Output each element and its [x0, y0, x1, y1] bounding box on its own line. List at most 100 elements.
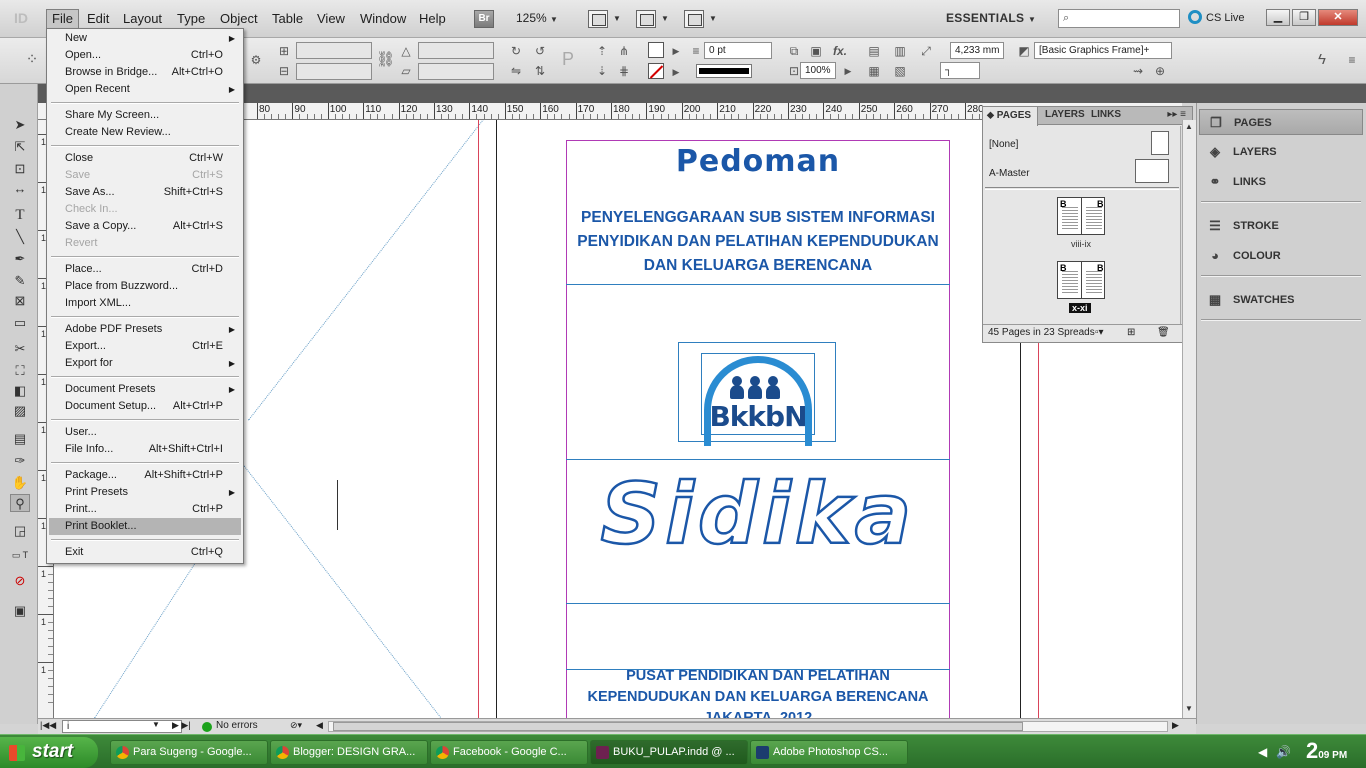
note-tool-icon[interactable]: ▤ [10, 430, 30, 448]
minimize-button[interactable]: ▁ [1266, 9, 1290, 26]
workspace-switcher[interactable]: ESSENTIALS ▼ [946, 11, 1036, 25]
taskbar-clock[interactable]: 209 PM [1306, 737, 1347, 768]
select-container-icon[interactable]: ⇡ [594, 43, 610, 59]
eyedropper-tool-icon[interactable]: ✑ [10, 452, 30, 470]
scale-y-field[interactable] [296, 63, 372, 80]
close-button[interactable]: ✕ [1318, 9, 1358, 26]
tab-layers[interactable]: LAYERS [1045, 109, 1085, 120]
text-wrap-shape-icon[interactable]: ▦ [866, 63, 882, 79]
menu-help[interactable]: Help [419, 11, 446, 26]
volume-icon[interactable]: 🔊 [1276, 745, 1291, 759]
none-master-label[interactable]: [None] [989, 139, 1018, 150]
gradient-feather-tool-icon[interactable]: ▨ [10, 402, 30, 420]
file-menu-item-save[interactable]: Save Ctrl+S [49, 167, 241, 184]
stroke-swatch[interactable] [648, 63, 664, 79]
stroke-weight-field[interactable]: 0 pt [704, 42, 772, 59]
document-subtitle[interactable]: PENYELENGGARAAN SUB SISTEM INFORMASI PEN… [566, 206, 950, 278]
direct-selection-tool-icon[interactable]: ⇱ [10, 138, 30, 156]
select-previous-icon[interactable]: ⇣ [594, 63, 610, 79]
file-menu-item-create-new-review[interactable]: Create New Review... [49, 124, 241, 141]
arrange-documents-icon[interactable] [684, 10, 704, 28]
text-wrap-none-icon[interactable]: ▤ [866, 43, 882, 59]
restore-button[interactable]: ❐ [1292, 9, 1316, 26]
tab-pages[interactable]: ⬥ PAGES [983, 107, 1039, 126]
opacity-dropdown-icon[interactable]: ▶ [840, 63, 856, 79]
constrain-proportions-icon[interactable]: ⚙ [248, 52, 264, 68]
dock-swatches[interactable]: ▦ SWATCHES [1199, 287, 1363, 313]
start-button[interactable]: start [0, 737, 98, 768]
select-content-icon[interactable]: ⋔ [616, 43, 632, 59]
none-master-thumbnail[interactable] [1151, 131, 1169, 155]
file-menu-item-export-for[interactable]: Export for ▶ [49, 355, 241, 372]
fill-dropdown-icon[interactable]: ▶ [668, 43, 684, 59]
effects-icon[interactable]: fx. [832, 43, 848, 59]
rotate-angle-field[interactable] [418, 42, 494, 59]
canvas-horizontal-scrollbar[interactable] [328, 721, 1168, 732]
apply-none-icon[interactable]: ⊘ [10, 572, 30, 590]
dock-stroke[interactable]: ☰ STROKE [1199, 213, 1363, 239]
bridge-button[interactable]: Br [474, 10, 494, 28]
document-footer[interactable]: PUSAT PENDIDIKAN DAN PELATIHAN KEPENDUDU… [566, 666, 950, 718]
tab-links[interactable]: LINKS [1091, 109, 1121, 120]
file-menu-item-check-in[interactable]: Check In... [49, 201, 241, 218]
scale-x-field[interactable] [296, 42, 372, 59]
first-page-icon[interactable]: |◀◀ [40, 720, 56, 731]
file-menu-item-new[interactable]: New ▶ [49, 30, 241, 47]
gradient-swatch-tool-icon[interactable]: ◧ [10, 382, 30, 400]
taskbar-task-blogger-design-gra[interactable]: Blogger: DESIGN GRA... [270, 740, 428, 765]
file-menu-item-save-as[interactable]: Save As... Shift+Ctrl+S [49, 184, 241, 201]
scroll-thumb[interactable] [333, 722, 1023, 731]
lightning-icon[interactable]: ϟ [1314, 52, 1330, 68]
panel-menu-icon[interactable]: ≡ [1344, 52, 1360, 68]
file-menu-item-open[interactable]: Open... Ctrl+O [49, 47, 241, 64]
tray-back-icon[interactable]: ◀ [1258, 745, 1267, 759]
spread-thumbnail[interactable]: B B [1057, 197, 1105, 235]
select-next-icon[interactable]: ⋕ [616, 63, 632, 79]
page-tool-icon[interactable]: ⊡ [10, 160, 30, 178]
screen-mode-icon[interactable] [636, 10, 656, 28]
flip-vertical-icon[interactable]: ⇅ [532, 63, 548, 79]
stroke-type-select[interactable] [696, 64, 752, 78]
file-menu-item-document-presets[interactable]: Document Presets ▶ [49, 381, 241, 398]
free-transform-tool-icon[interactable]: ⛶ [10, 362, 30, 380]
gap-tool-icon[interactable]: ↔ [10, 180, 30, 198]
view-options-icon[interactable] [588, 10, 608, 28]
text-wrap-jump-icon[interactable]: ▧ [892, 63, 908, 79]
file-menu-item-exit[interactable]: Exit Ctrl+Q [49, 544, 241, 561]
file-menu-item-import-xml[interactable]: Import XML... [49, 295, 241, 312]
panel-menu-icon[interactable]: ▸▸ ≡ [1167, 109, 1186, 120]
fill-stroke-icon[interactable]: ◲ [10, 522, 30, 540]
file-menu-item-file-info[interactable]: File Info... Alt+Shift+Ctrl+I [49, 441, 241, 458]
file-menu-item-share-my-screen[interactable]: Share My Screen... [49, 107, 241, 124]
stroke-dropdown-icon[interactable]: ▶ [668, 64, 684, 80]
link-proportions-icon[interactable]: ⛓ [376, 52, 395, 68]
clear-overrides-icon[interactable]: ⇝ [1130, 63, 1146, 79]
dock-links[interactable]: ⚭ LINKS [1199, 169, 1363, 195]
delete-page-icon[interactable]: 🗑 [1157, 325, 1170, 341]
menu-file[interactable]: File [46, 9, 79, 29]
line-tool-icon[interactable]: ╲ [10, 228, 30, 246]
a-master-thumbnail[interactable] [1135, 159, 1169, 183]
drop-shadow-icon[interactable]: ⧉ [786, 43, 802, 59]
flip-horizontal-icon[interactable]: ⇋ [508, 63, 524, 79]
menu-object[interactable]: Object [220, 11, 258, 26]
text-wrap-box-icon[interactable]: ▥ [892, 43, 908, 59]
rotate-ccw-icon[interactable]: ↺ [532, 43, 548, 59]
hand-tool-icon[interactable]: ✋ [10, 474, 30, 492]
file-menu-item-save-a-copy[interactable]: Save a Copy... Alt+Ctrl+S [49, 218, 241, 235]
next-page-icon[interactable]: ▶ ▶| [172, 720, 191, 731]
file-menu-item-user[interactable]: User... [49, 424, 241, 441]
panel-divider[interactable] [985, 187, 1179, 190]
page-dropdown-icon[interactable]: ▼ [152, 720, 160, 729]
menu-view[interactable]: View [317, 11, 345, 26]
page-number-field[interactable]: i [62, 720, 182, 733]
type-tool-icon[interactable]: T [10, 206, 30, 224]
file-menu-item-print[interactable]: Print... Ctrl+P [49, 501, 241, 518]
new-page-icon[interactable]: ⊞ [1127, 325, 1135, 341]
fill-swatch[interactable] [648, 42, 664, 58]
file-menu-item-revert[interactable]: Revert [49, 235, 241, 252]
menu-type[interactable]: Type [177, 11, 205, 26]
opacity-field[interactable]: 100% [800, 62, 836, 79]
zoom-level-select[interactable]: 125% ▼ [516, 11, 558, 25]
taskbar-task-buku-pulap-indd[interactable]: BUKU_PULAP.indd @ ... [590, 740, 748, 765]
